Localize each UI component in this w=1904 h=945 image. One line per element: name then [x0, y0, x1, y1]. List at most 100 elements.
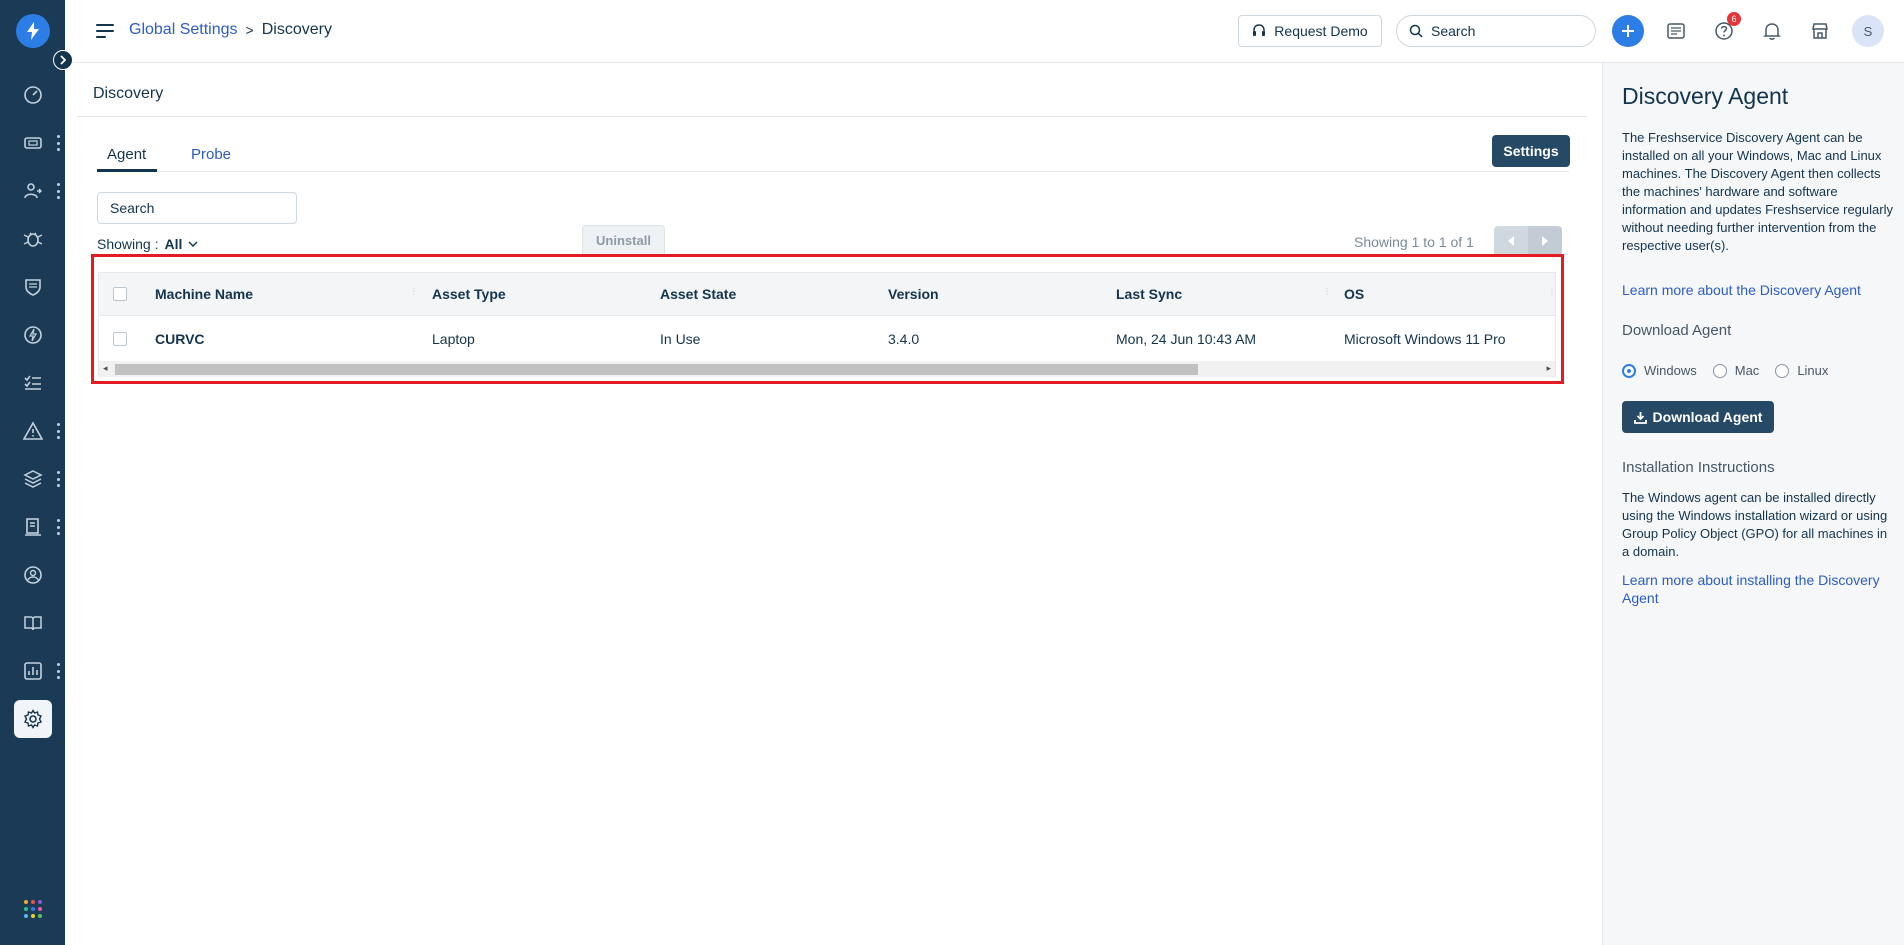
bell-icon — [1763, 23, 1781, 40]
help-button[interactable]: 6 — [1708, 12, 1741, 47]
nav-admin-settings[interactable] — [14, 700, 52, 738]
cell-asset-type: Laptop — [432, 330, 475, 347]
cell-os: Microsoft Windows 11 Pro — [1344, 330, 1506, 347]
os-radio-linux[interactable]: Linux — [1775, 363, 1828, 378]
releases-icon — [24, 326, 42, 344]
layers-icon — [23, 470, 43, 488]
column-asset-type[interactable]: Asset Type — [432, 273, 506, 315]
apps-grid-icon[interactable] — [24, 900, 42, 918]
discovery-agent-panel: Discovery Agent The Freshservice Discove… — [1602, 63, 1904, 945]
horizontal-scrollbar[interactable]: ◂ ▸ — [99, 361, 1555, 377]
learn-more-link[interactable]: Learn more about the Discovery Agent — [1622, 281, 1894, 299]
user-avatar[interactable]: S — [1852, 15, 1884, 47]
nav-dashboard[interactable] — [14, 76, 52, 114]
previous-page-button[interactable] — [1494, 226, 1528, 256]
lightning-icon — [27, 22, 39, 40]
freshservice-logo[interactable] — [16, 14, 50, 48]
column-version[interactable]: Version — [888, 273, 939, 315]
scheduler-icon — [1667, 23, 1685, 39]
nav-reports[interactable] — [14, 652, 52, 690]
cell-version: 3.4.0 — [888, 330, 920, 347]
contracts-icon — [25, 518, 41, 536]
global-search-input[interactable]: Search — [1396, 15, 1596, 47]
settings-button[interactable]: Settings — [1492, 135, 1570, 167]
table-row[interactable]: CURVC Laptop In Use 3.4.0 Mon, 24 Jun 10… — [99, 316, 1555, 361]
changes-more-icon[interactable] — [56, 183, 60, 199]
scheduler-button[interactable] — [1660, 15, 1692, 47]
table-header: Machine Name ⋮ Asset Type Asset State Ve… — [99, 273, 1556, 316]
column-resize-icon[interactable]: ⋮ — [1548, 288, 1556, 296]
column-resize-icon[interactable]: ⋮ — [1323, 288, 1331, 296]
download-icon — [1633, 411, 1647, 424]
nav-alerts[interactable] — [14, 412, 52, 450]
os-radio-mac[interactable]: Mac — [1712, 363, 1759, 378]
chevron-right-icon — [60, 55, 67, 65]
nav-solutions[interactable] — [14, 604, 52, 642]
download-agent-button[interactable]: Download Agent — [1622, 401, 1774, 433]
reports-more-icon[interactable] — [56, 663, 60, 679]
marketplace-button[interactable] — [1804, 15, 1836, 47]
os-radio-windows[interactable]: Windows — [1622, 363, 1697, 378]
nav-contracts[interactable] — [14, 508, 52, 546]
pagination-info: Showing 1 to 1 of 1 — [1354, 234, 1474, 250]
nav-releases[interactable] — [14, 316, 52, 354]
agents-table: Machine Name ⋮ Asset Type Asset State Ve… — [98, 272, 1556, 377]
column-asset-state[interactable]: Asset State — [660, 273, 736, 315]
search-icon — [1409, 24, 1423, 38]
nav-assets[interactable] — [14, 460, 52, 498]
agent-search-input[interactable]: Search — [97, 192, 297, 224]
column-machine-name[interactable]: Machine Name — [155, 273, 253, 315]
new-item-button[interactable] — [1612, 15, 1644, 47]
download-agent-label: Download Agent — [1652, 409, 1763, 425]
download-heading: Download Agent — [1622, 322, 1732, 339]
cell-machine-name[interactable]: CURVC — [155, 316, 205, 361]
column-os[interactable]: OS — [1344, 273, 1364, 315]
next-page-button[interactable] — [1528, 226, 1562, 256]
select-all-checkbox[interactable] — [113, 273, 127, 315]
nav-security[interactable] — [14, 268, 52, 306]
install-text: The Windows agent can be installed direc… — [1622, 490, 1888, 559]
nav-changes[interactable] — [14, 172, 52, 210]
expand-nav-button[interactable] — [53, 50, 73, 70]
dashboard-icon — [24, 86, 42, 104]
row-checkbox[interactable] — [113, 316, 127, 361]
nav-tasks[interactable] — [14, 364, 52, 402]
uninstall-button[interactable]: Uninstall — [582, 225, 665, 255]
scroll-right-icon[interactable]: ▸ — [1546, 363, 1551, 374]
page-title: Discovery — [93, 85, 164, 102]
tickets-more-icon[interactable] — [56, 135, 60, 151]
install-learn-more-link[interactable]: Learn more about installing the Discover… — [1622, 571, 1894, 607]
assets-more-icon[interactable] — [56, 471, 60, 487]
scrollbar-thumb[interactable] — [115, 364, 1198, 375]
breadcrumb-current: Discovery — [261, 21, 332, 38]
breadcrumb-separator: > — [245, 22, 254, 38]
nav-problems[interactable] — [14, 220, 52, 258]
menu-icon[interactable] — [96, 24, 114, 38]
reports-icon — [24, 662, 42, 680]
nav-people[interactable] — [14, 556, 52, 594]
request-demo-button[interactable]: Request Demo — [1238, 15, 1382, 47]
contracts-more-icon[interactable] — [56, 519, 60, 535]
nav-tickets[interactable] — [14, 124, 52, 162]
shield-icon — [25, 279, 41, 296]
cell-last-sync: Mon, 24 Jun 10:43 AM — [1116, 330, 1257, 347]
arrow-right-icon — [1542, 236, 1548, 246]
tab-probe[interactable]: Probe — [191, 146, 231, 163]
scroll-left-icon[interactable]: ◂ — [103, 363, 108, 374]
column-resize-icon[interactable]: ⋮ — [410, 288, 418, 296]
help-badge: 6 — [1727, 12, 1741, 26]
chevron-down-icon[interactable] — [188, 240, 198, 248]
agent-search-placeholder: Search — [110, 200, 155, 216]
tab-agent[interactable]: Agent — [107, 146, 146, 163]
breadcrumb: Global Settings > Discovery — [129, 21, 332, 39]
os-label-linux: Linux — [1797, 363, 1829, 378]
left-navigation — [0, 0, 73, 945]
notifications-button[interactable] — [1756, 15, 1788, 47]
breadcrumb-global-settings[interactable]: Global Settings — [129, 21, 238, 39]
alerts-more-icon[interactable] — [56, 423, 60, 439]
gear-icon — [24, 709, 42, 729]
column-last-sync[interactable]: Last Sync — [1116, 273, 1182, 315]
book-icon — [24, 616, 42, 631]
showing-filter-value[interactable]: All — [164, 236, 182, 252]
people-icon — [24, 566, 42, 584]
